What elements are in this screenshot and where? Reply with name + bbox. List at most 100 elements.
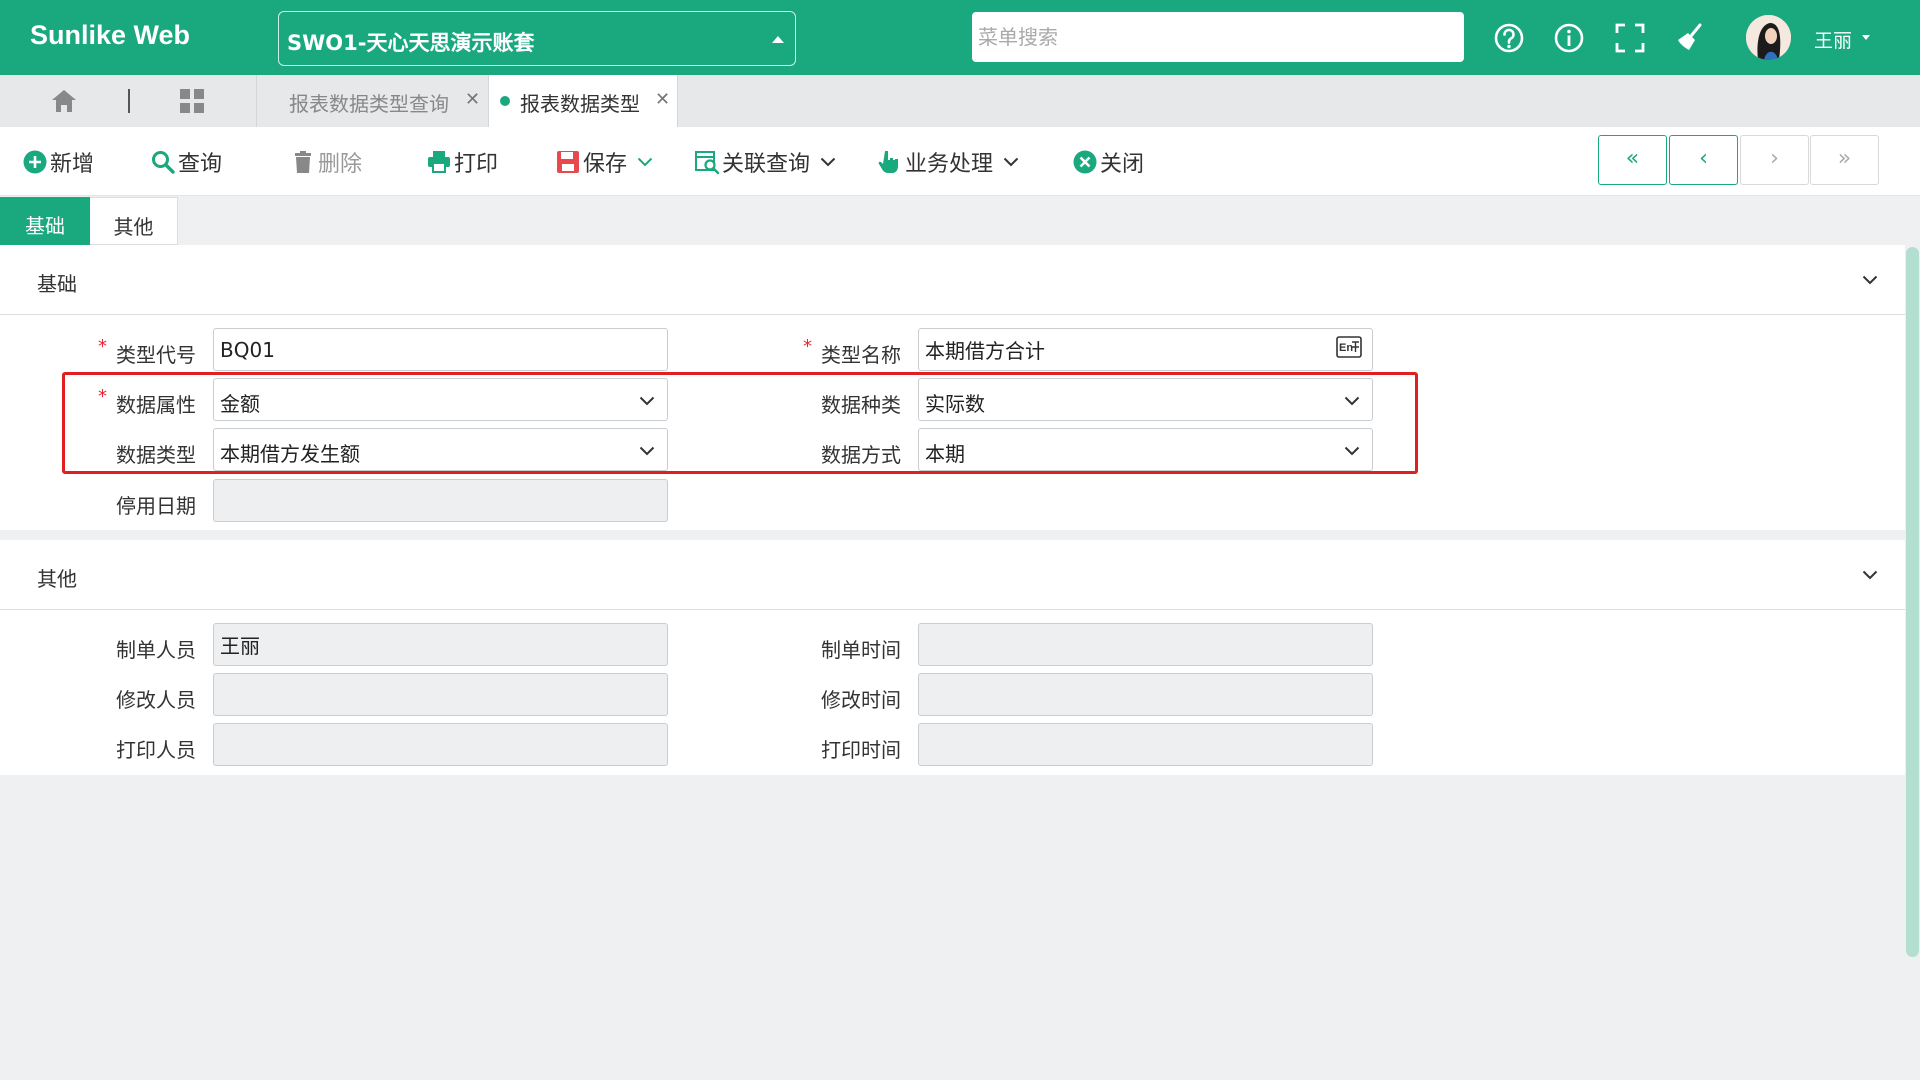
type-code-input[interactable] xyxy=(213,328,668,371)
create-time-label: 制单时间 xyxy=(821,638,901,662)
data-mode-value: 本期 xyxy=(925,442,965,466)
translate-icon[interactable]: En xyxy=(1336,336,1362,358)
tab-strip: 报表数据类型查询 ✕ 报表数据类型 ✕ xyxy=(0,75,1920,127)
account-name: SWO1-天心天思演示账套 xyxy=(287,31,535,55)
home-icon[interactable] xyxy=(50,87,78,115)
related-query-label: 关联查询 xyxy=(722,152,811,177)
creator-input[interactable] xyxy=(213,623,668,666)
print-time-input[interactable] xyxy=(918,723,1373,766)
chevron-down-icon xyxy=(1344,446,1360,456)
modifier-input[interactable] xyxy=(213,673,668,716)
data-type-label: 数据类型 xyxy=(116,443,196,467)
close-label: 关闭 xyxy=(1100,152,1145,177)
fullscreen-icon[interactable] xyxy=(1614,22,1646,54)
tab-label: 报表数据类型 xyxy=(520,92,640,116)
chevron-down-icon[interactable] xyxy=(1862,275,1878,285)
other-panel-header[interactable]: 其他 xyxy=(0,540,1905,610)
close-circle-icon xyxy=(1073,150,1097,174)
toolbar: 新增 查询 删除 打印 保存 关联查询 业务处理 关闭 « ‹ › » xyxy=(0,127,1920,196)
chevron-down-icon[interactable] xyxy=(820,157,836,167)
related-query-icon xyxy=(695,151,720,175)
print-label: 打印 xyxy=(454,152,499,177)
close-button[interactable]: 关闭 xyxy=(1072,147,1144,177)
basic-panel: 基础 * 类型代号 * 类型名称 En * 数据属性 金额 数据种类 实际数 数… xyxy=(0,245,1905,530)
chevron-down-icon xyxy=(639,396,655,406)
printer-input[interactable] xyxy=(213,723,668,766)
data-attr-select[interactable]: 金额 xyxy=(213,378,668,421)
tab-report-data-type-query[interactable]: 报表数据类型查询 ✕ xyxy=(256,75,488,127)
save-label: 保存 xyxy=(583,152,628,177)
chevron-down-icon[interactable] xyxy=(1862,570,1878,580)
menu-search-input[interactable] xyxy=(972,12,1464,62)
tab-divider xyxy=(128,89,130,113)
data-kind-value: 实际数 xyxy=(925,392,985,416)
type-code-label: 类型代号 xyxy=(116,343,196,367)
delete-button[interactable]: 删除 xyxy=(290,147,362,177)
brand-logo: Sunlike Web xyxy=(30,20,191,50)
avatar-image xyxy=(1746,15,1791,60)
creator-label: 制单人员 xyxy=(116,638,196,662)
info-icon[interactable] xyxy=(1553,22,1585,54)
last-record-button[interactable]: » xyxy=(1810,135,1879,185)
close-icon[interactable]: ✕ xyxy=(655,89,670,110)
section-tab-label: 基础 xyxy=(25,214,65,238)
first-record-button[interactable]: « xyxy=(1598,135,1667,185)
create-time-input[interactable] xyxy=(918,623,1373,666)
top-bar: Sunlike Web SWO1-天心天思演示账套 王丽 xyxy=(0,0,1920,75)
plus-circle-icon xyxy=(23,150,47,174)
tab-label: 报表数据类型查询 xyxy=(289,92,449,116)
data-kind-select[interactable]: 实际数 xyxy=(918,378,1373,421)
caret-down-icon[interactable] xyxy=(1862,35,1870,40)
printer-icon xyxy=(428,151,450,173)
close-icon[interactable]: ✕ xyxy=(465,89,480,110)
panel-title: 其他 xyxy=(37,567,77,591)
printer-label: 打印人员 xyxy=(116,738,196,762)
add-button[interactable]: 新增 xyxy=(22,147,94,177)
prev-record-icon: ‹ xyxy=(1699,146,1708,171)
data-type-select[interactable]: 本期借方发生额 xyxy=(213,428,668,471)
type-name-input[interactable] xyxy=(918,328,1373,371)
tab-report-data-type[interactable]: 报表数据类型 ✕ xyxy=(488,75,678,127)
business-process-button[interactable]: 业务处理 xyxy=(877,147,1019,177)
next-record-button[interactable]: › xyxy=(1740,135,1809,185)
panel-title: 基础 xyxy=(37,272,77,296)
data-attr-value: 金额 xyxy=(220,392,260,416)
first-record-icon: « xyxy=(1625,146,1640,171)
prev-record-button[interactable]: ‹ xyxy=(1669,135,1738,185)
caret-up-icon xyxy=(772,36,784,43)
add-label: 新增 xyxy=(50,152,95,177)
chevron-down-icon xyxy=(639,446,655,456)
save-icon xyxy=(557,151,579,173)
business-process-label: 业务处理 xyxy=(905,152,994,177)
related-query-button[interactable]: 关联查询 xyxy=(694,147,836,177)
data-mode-select[interactable]: 本期 xyxy=(918,428,1373,471)
chevron-down-icon[interactable] xyxy=(637,157,653,167)
account-selector[interactable]: SWO1-天心天思演示账套 xyxy=(278,11,796,66)
user-name[interactable]: 王丽 xyxy=(1814,26,1852,53)
section-tab-other[interactable]: 其他 xyxy=(90,197,178,245)
basic-panel-header[interactable]: 基础 xyxy=(0,245,1905,315)
hand-pointer-icon xyxy=(878,151,898,173)
data-attr-label: 数据属性 xyxy=(116,393,196,417)
print-time-label: 打印时间 xyxy=(821,738,901,762)
data-kind-label: 数据种类 xyxy=(821,393,901,417)
delete-label: 删除 xyxy=(318,152,363,177)
modify-time-label: 修改时间 xyxy=(821,688,901,712)
save-button[interactable]: 保存 xyxy=(555,147,653,177)
last-record-icon: » xyxy=(1837,146,1852,171)
svg-text:En: En xyxy=(1339,342,1353,354)
stop-date-input[interactable] xyxy=(213,479,668,522)
grid-icon[interactable] xyxy=(178,87,206,115)
search-icon xyxy=(152,151,175,174)
scrollbar-thumb[interactable] xyxy=(1906,247,1919,957)
broom-icon[interactable] xyxy=(1674,22,1706,54)
print-button[interactable]: 打印 xyxy=(426,147,498,177)
modifier-label: 修改人员 xyxy=(116,688,196,712)
chevron-down-icon[interactable] xyxy=(1003,157,1019,167)
query-button[interactable]: 查询 xyxy=(150,147,222,177)
help-icon[interactable] xyxy=(1493,22,1525,54)
data-mode-label: 数据方式 xyxy=(821,443,901,467)
section-tab-basic[interactable]: 基础 xyxy=(0,197,90,245)
modify-time-input[interactable] xyxy=(918,673,1373,716)
avatar[interactable] xyxy=(1746,15,1791,60)
